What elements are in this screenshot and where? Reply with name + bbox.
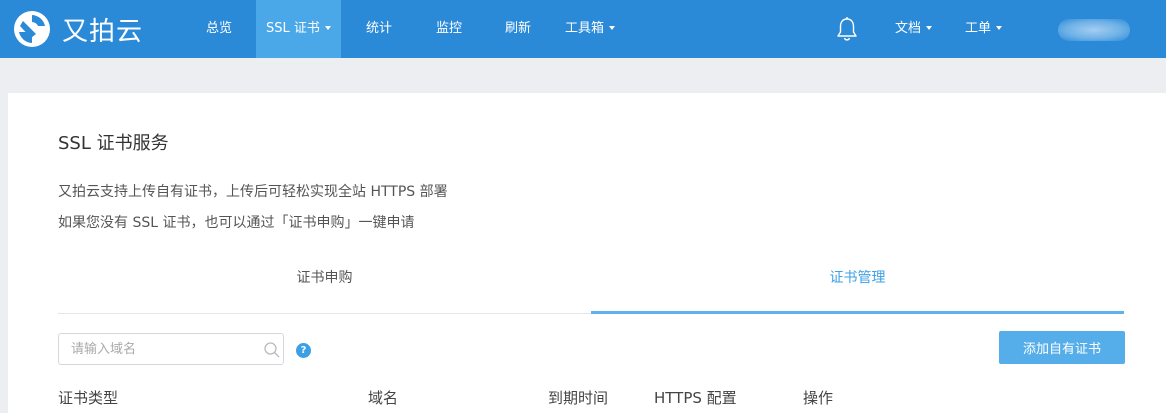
nav-docs-label: 文档 [895, 21, 922, 36]
chevron-down-icon [926, 25, 933, 30]
nav-statistics[interactable]: 统计 [366, 0, 392, 58]
ssl-service-panel: SSL 证书服务 又拍云支持上传自有证书，上传后可轻松实现全站 HTTPS 部署… [8, 93, 1166, 413]
page-description-line-2: 如果您没有 SSL 证书，也可以通过「证书申购」一键申请 [58, 215, 415, 231]
domain-search-input[interactable] [59, 334, 259, 364]
column-header-expiry-time: 到期时间 [548, 389, 609, 407]
chevron-down-icon [324, 25, 331, 30]
nav-overview[interactable]: 总览 [206, 0, 232, 58]
nav-tickets-label: 工单 [965, 21, 992, 36]
help-icon[interactable]: ? [296, 343, 311, 358]
column-header-domain: 域名 [368, 389, 399, 407]
nav-statistics-label: 统计 [366, 21, 393, 36]
nav-tickets[interactable]: 工单 [965, 0, 1003, 58]
add-own-certificate-button[interactable]: 添加自有证书 [999, 331, 1125, 364]
nav-overview-label: 总览 [206, 21, 233, 36]
top-nav-bar: 又拍云 总览 SSL 证书 统计 监控 刷新 工具箱 文档 工单 [0, 0, 1166, 58]
search-icon[interactable] [263, 341, 281, 359]
column-header-certificate-type: 证书类型 [58, 389, 119, 407]
nav-ssl-certificate-label: SSL 证书 [266, 21, 320, 36]
user-account-avatar[interactable] [1058, 19, 1130, 41]
nav-ssl-certificate[interactable]: SSL 证书 [256, 0, 341, 58]
tab-certificate-management[interactable]: 证书管理 [591, 261, 1124, 313]
column-header-https-config: HTTPS 配置 [654, 389, 737, 407]
tab-certificate-purchase[interactable]: 证书申购 [58, 261, 591, 313]
brand-name: 又拍云 [62, 16, 144, 47]
chevron-down-icon [996, 25, 1003, 30]
nav-refresh-label: 刷新 [505, 21, 532, 36]
column-header-actions: 操作 [803, 389, 834, 407]
nav-toolbox[interactable]: 工具箱 [565, 0, 616, 58]
upyun-logo-icon [14, 11, 50, 47]
nav-monitoring-label: 监控 [436, 21, 463, 36]
nav-refresh[interactable]: 刷新 [505, 0, 531, 58]
brand-logo[interactable]: 又拍云 [12, 8, 143, 50]
domain-search-box [58, 333, 284, 365]
bell-icon[interactable] [836, 16, 858, 42]
active-tab-indicator [591, 311, 1124, 314]
nav-toolbox-label: 工具箱 [565, 21, 605, 36]
certificate-tabs: 证书申购 证书管理 [58, 261, 1124, 314]
page-title: SSL 证书服务 [58, 133, 169, 154]
chevron-down-icon [609, 25, 616, 30]
nav-monitoring[interactable]: 监控 [436, 0, 462, 58]
page-description-line-1: 又拍云支持上传自有证书，上传后可轻松实现全站 HTTPS 部署 [58, 184, 448, 200]
nav-docs[interactable]: 文档 [895, 0, 933, 58]
